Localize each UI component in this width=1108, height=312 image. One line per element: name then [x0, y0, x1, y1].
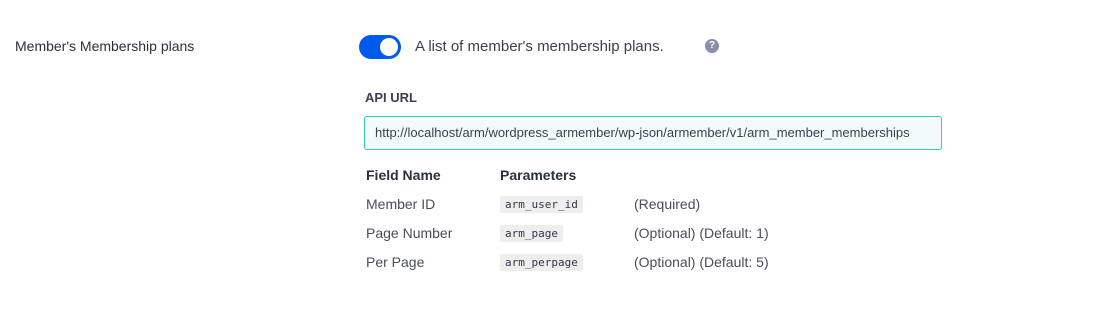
param-note: (Optional) (Default: 1) [634, 225, 769, 241]
field-name: Per Page [366, 254, 425, 270]
setting-label: Member's Membership plans [15, 38, 195, 54]
field-name: Member ID [366, 196, 436, 212]
toggle-knob [380, 38, 398, 56]
question-circle-icon[interactable]: ? [705, 39, 719, 53]
param-note: (Optional) (Default: 5) [634, 254, 769, 270]
param-code: arm_perpage [500, 254, 583, 271]
api-url-label: API URL [365, 90, 417, 105]
param-cell: arm_perpage [500, 254, 583, 272]
membership-plans-toggle[interactable] [359, 35, 401, 59]
param-cell: arm_page [500, 225, 563, 243]
param-code: arm_user_id [500, 196, 583, 213]
param-cell: arm_user_id [500, 196, 583, 214]
parameters-header: Parameters [500, 167, 577, 183]
param-note: (Required) [634, 196, 701, 212]
setting-description: A list of member's membership plans. [415, 38, 664, 55]
api-url-field[interactable]: http://localhost/arm/wordpress_armember/… [364, 116, 942, 150]
field-name-header: Field Name [366, 167, 441, 183]
param-code: arm_page [500, 225, 563, 242]
field-name: Page Number [366, 225, 453, 241]
